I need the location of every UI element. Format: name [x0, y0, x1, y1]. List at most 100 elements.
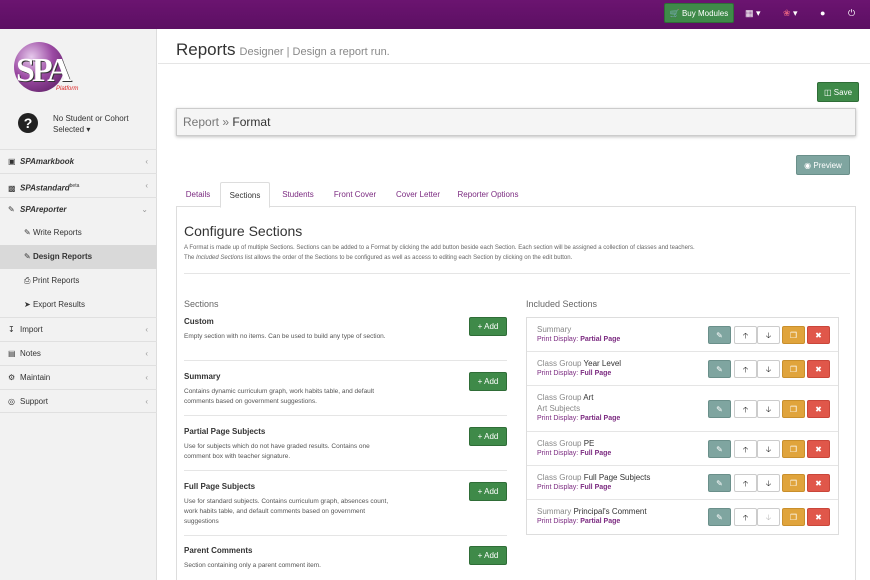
- arrow-down-icon[interactable]: 🡣: [757, 326, 780, 344]
- copy-icon[interactable]: ❐: [782, 508, 805, 526]
- sidebar-item-import[interactable]: ↧ Import ‹: [0, 317, 157, 341]
- included-type: Class Group: [537, 359, 582, 368]
- arrow-down-icon[interactable]: 🡣: [757, 360, 780, 378]
- print-display-label: Print Display:: [537, 518, 579, 525]
- floppy-icon: ◫: [823, 88, 832, 97]
- chevron-down-icon: ▾: [86, 125, 91, 134]
- add-summary-button[interactable]: + Add: [469, 372, 507, 391]
- edit-icon[interactable]: ✎: [708, 440, 731, 458]
- sidebar-item-notes[interactable]: ▤ Notes ‹: [0, 341, 157, 365]
- delete-icon[interactable]: ✖: [807, 400, 830, 418]
- save-button[interactable]: ◫ Save: [817, 82, 859, 102]
- edit-icon[interactable]: ✎: [708, 360, 731, 378]
- sidebar-item-spastandard[interactable]: ▩ SPAstandardbeta ‹: [0, 173, 157, 197]
- gift-menu-icon[interactable]: ❀ ▾: [783, 6, 798, 20]
- pencil-icon: ✎: [24, 252, 31, 261]
- tab-details[interactable]: Details: [180, 182, 216, 207]
- tab-front-cover[interactable]: Front Cover: [326, 182, 384, 207]
- add-partial-page-button[interactable]: + Add: [469, 427, 507, 446]
- plus-icon: +: [477, 551, 483, 560]
- plus-icon: +: [477, 432, 483, 441]
- edit-icon[interactable]: ✎: [708, 400, 731, 418]
- tab-students[interactable]: Students: [274, 182, 322, 207]
- sidebar-item-spareporter[interactable]: ✎ SPAreporter ⌄: [0, 197, 157, 221]
- included-item-title: Class Group Year Level: [537, 359, 621, 368]
- buy-modules-label: Buy Modules: [681, 9, 729, 18]
- print-display-label: Print Display:: [537, 336, 579, 343]
- add-custom-button[interactable]: + Add: [469, 317, 507, 336]
- arrow-down-icon[interactable]: 🡣: [757, 440, 780, 458]
- student-selector[interactable]: ? No Student or Cohort Selected ▾: [18, 113, 148, 139]
- tab-cover-letter[interactable]: Cover Letter: [388, 182, 448, 207]
- print-display-label: Print Display:: [537, 450, 579, 457]
- sidebar-item-design-reports[interactable]: ✎ Design Reports: [0, 245, 157, 269]
- sidebar-item-label: SPAmarkbook: [20, 157, 75, 166]
- included-item: Summary Print Display: Partial Page ✎ 🡡 …: [527, 318, 838, 352]
- delete-icon[interactable]: ✖: [807, 326, 830, 344]
- header-divider: [158, 63, 870, 64]
- tab-reporter-options[interactable]: Reporter Options: [452, 182, 524, 207]
- sidebar-item-export-results[interactable]: ➤ Export Results: [0, 293, 157, 317]
- section-custom: Custom Empty section with no items. Can …: [184, 317, 507, 361]
- print-display-value: Partial Page: [580, 336, 621, 343]
- copy-icon[interactable]: ❐: [782, 326, 805, 344]
- copy-icon[interactable]: ❐: [782, 360, 805, 378]
- print-display-label: Print Display:: [537, 415, 579, 422]
- included-value: Principal's Comment: [573, 507, 647, 516]
- breadcrumb-separator: »: [222, 115, 230, 129]
- preview-button[interactable]: ◉ Preview: [796, 155, 850, 175]
- chevron-left-icon: ‹: [145, 157, 148, 166]
- included-type: Class Group: [537, 393, 582, 402]
- user-icon[interactable]: ●: [820, 6, 825, 20]
- sidebar-item-maintain[interactable]: ⚙ Maintain ‹: [0, 365, 157, 389]
- sidebar-nav: ▣ SPAmarkbook ‹ ▩ SPAstandardbeta ‹ ✎ SPAre…: [0, 149, 157, 413]
- arrow-down-icon[interactable]: 🡣: [757, 474, 780, 492]
- print-display-value: Partial Page: [580, 518, 621, 525]
- copy-icon[interactable]: ❐: [782, 400, 805, 418]
- configure-desc-part: list allows the order of the Sections to…: [243, 255, 573, 261]
- question-icon: ?: [18, 113, 38, 133]
- print-display-label: Print Display:: [537, 370, 579, 377]
- add-full-page-button[interactable]: + Add: [469, 482, 507, 501]
- delete-icon[interactable]: ✖: [807, 508, 830, 526]
- edit-icon[interactable]: ✎: [708, 474, 731, 492]
- included-type: Summary: [537, 507, 572, 516]
- breadcrumb-parent[interactable]: Report: [183, 115, 219, 129]
- arrow-up-icon[interactable]: 🡡: [734, 326, 757, 344]
- add-label: Add: [484, 377, 499, 386]
- table-menu-icon[interactable]: ▦ ▾: [745, 6, 761, 20]
- arrow-up-icon[interactable]: 🡡: [734, 400, 757, 418]
- included-sections-heading: Included Sections: [526, 299, 598, 309]
- copy-icon[interactable]: ❐: [782, 440, 805, 458]
- chevron-left-icon: ‹: [145, 349, 148, 358]
- power-icon[interactable]: ⏻: [848, 6, 855, 20]
- arrow-up-icon[interactable]: 🡡: [734, 360, 757, 378]
- edit-icon[interactable]: ✎: [708, 508, 731, 526]
- arrow-up-icon[interactable]: 🡡: [734, 440, 757, 458]
- sidebar-item-spamarkbook[interactable]: ▣ SPAmarkbook ‹: [0, 149, 157, 173]
- print-display: Print Display: Partial Page: [537, 415, 620, 422]
- spa-logo[interactable]: SPA Platform: [12, 42, 84, 100]
- sidebar-item-write-reports[interactable]: ✎ Write Reports: [0, 221, 157, 245]
- buy-modules-button[interactable]: 🛒 Buy Modules: [664, 3, 734, 23]
- sidebar-item-support[interactable]: ◎ Support ‹: [0, 389, 157, 413]
- add-parent-comments-button[interactable]: + Add: [469, 546, 507, 565]
- print-display-label: Print Display:: [537, 484, 579, 491]
- copy-icon[interactable]: ❐: [782, 474, 805, 492]
- arrow-up-icon[interactable]: 🡡: [734, 474, 757, 492]
- sidebar-item-print-reports[interactable]: ⎙ Print Reports: [0, 269, 157, 293]
- pencil-square-icon: ✎: [8, 205, 15, 214]
- print-display: Print Display: Full Page: [537, 370, 611, 377]
- included-type: Class Group: [537, 473, 582, 482]
- main-content: Reports Designer | Design a report run. ◫…: [158, 29, 870, 580]
- delete-icon[interactable]: ✖: [807, 360, 830, 378]
- breadcrumb-current: Format: [232, 115, 271, 129]
- tab-sections[interactable]: Sections: [220, 182, 270, 208]
- save-label: Save: [833, 88, 853, 97]
- sections-panel: Configure Sections A Format is made up o…: [176, 206, 856, 580]
- arrow-up-icon[interactable]: 🡡: [734, 508, 757, 526]
- delete-icon[interactable]: ✖: [807, 474, 830, 492]
- edit-icon[interactable]: ✎: [708, 326, 731, 344]
- delete-icon[interactable]: ✖: [807, 440, 830, 458]
- arrow-down-icon[interactable]: 🡣: [757, 400, 780, 418]
